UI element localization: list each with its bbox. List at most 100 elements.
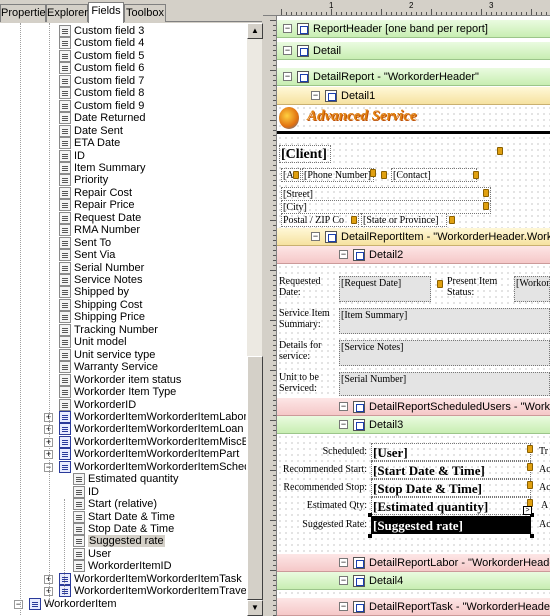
tree-item[interactable]: Service Notes xyxy=(0,274,246,286)
tree-item[interactable]: User xyxy=(0,547,246,560)
tree-table-node[interactable]: +WorkorderItemWorkorderItemMiscExpense xyxy=(0,435,246,448)
field-stop-date[interactable]: [Stop Date & Time] xyxy=(371,479,531,497)
field-phone[interactable]: [Phone Number] xyxy=(302,168,374,182)
tree-table-node[interactable]: + WorkorderItemWorkorderItemLoan xyxy=(0,423,246,436)
field-icon xyxy=(73,523,85,535)
tree-item[interactable]: Date Sent xyxy=(0,124,246,137)
field-start-date[interactable]: [Start Date & Time] xyxy=(371,461,531,479)
tab-explorer[interactable]: Explorer xyxy=(46,4,88,22)
field-request-date[interactable]: [Request Date] xyxy=(339,276,431,302)
tree-item[interactable]: Sent Via xyxy=(0,249,246,262)
field-workorder-status[interactable]: [Workorder xyxy=(514,276,550,302)
band-detail2[interactable]: − Detail2 xyxy=(277,246,550,264)
label-present-status: Present Item Status: xyxy=(447,276,498,298)
tree-item[interactable]: Custom field 4 xyxy=(0,37,246,50)
ruler-tick xyxy=(273,125,276,126)
tree-item[interactable]: Custom field 9 xyxy=(0,99,246,112)
scroll-up-icon[interactable]: ▲ xyxy=(247,23,263,39)
scroll-thumb[interactable] xyxy=(247,356,263,600)
tree-table-node[interactable]: + WorkorderItemWorkorderItemLabor xyxy=(0,410,246,423)
tree-item[interactable]: Custom field 6 xyxy=(0,62,246,75)
tree-item[interactable]: Start Date & Time xyxy=(0,510,246,523)
ruler-tick xyxy=(273,435,276,436)
tree-item[interactable]: WorkorderItemID xyxy=(0,560,246,573)
tree-item[interactable]: Custom field 8 xyxy=(0,87,246,100)
band-detail3[interactable]: − Detail3 xyxy=(277,416,550,434)
tree-item[interactable]: Custom field 7 xyxy=(0,74,246,87)
band-detail-report-scheduled[interactable]: − DetailReportScheduledUsers - "Workorde… xyxy=(277,398,550,416)
tree-item[interactable]: Estimated quantity xyxy=(0,473,246,486)
resize-handle[interactable] xyxy=(368,513,372,517)
tree-item[interactable]: Serial Number xyxy=(0,261,246,274)
field-estimated-quantity[interactable]: [Estimated quantity] xyxy=(371,497,531,515)
tree-item[interactable]: ID xyxy=(0,485,246,498)
tree-table-node[interactable]: + WorkorderItemWorkorderItemPart xyxy=(0,448,246,461)
tree-item[interactable]: WorkorderID xyxy=(0,398,246,411)
ruler-tick xyxy=(273,80,276,81)
collapse-icon[interactable]: − xyxy=(14,599,23,609)
field-icon xyxy=(59,124,71,137)
field-street[interactable]: [Street] xyxy=(281,187,491,201)
band-detail-report-task[interactable]: − DetailReportTask - "WorkorderHeader.Wo… xyxy=(277,598,550,616)
field-state[interactable]: [State or Province] xyxy=(361,213,447,227)
scroll-down-icon[interactable]: ▼ xyxy=(247,600,263,616)
resize-handle[interactable] xyxy=(368,534,372,538)
band-detail-report-item[interactable]: − DetailReportItem - "WorkorderHeader.Wo… xyxy=(277,228,550,246)
field-city[interactable]: [City] xyxy=(281,200,491,214)
band-detail4[interactable]: − Detail4 xyxy=(277,572,550,590)
tree-item[interactable]: Shipped by xyxy=(0,286,246,299)
field-serial-number[interactable]: [Serial Number] xyxy=(339,372,550,396)
tree-item[interactable]: Custom field 3 xyxy=(0,25,246,37)
tree-item[interactable]: Workorder item status xyxy=(0,373,246,386)
tree-item[interactable]: Workorder Item Type xyxy=(0,386,246,398)
tree-item[interactable]: Start (relative) xyxy=(0,498,246,511)
tree-item[interactable]: Custom field 5 xyxy=(0,49,246,62)
band-detail[interactable]: − Detail xyxy=(277,42,550,60)
tree-item[interactable]: Unit model xyxy=(0,336,246,349)
field-postal[interactable]: Postal / ZIP Co xyxy=(281,213,359,227)
band-report-header[interactable]: − ReportHeader [one band per report] xyxy=(277,20,550,38)
field-contact[interactable]: [Contact] xyxy=(391,168,477,182)
tree-table-node[interactable]: + WorkorderItemWorkorderItemTask xyxy=(0,572,246,585)
tree-item[interactable]: Shipping Price xyxy=(0,311,246,324)
tab-properties[interactable]: Properties xyxy=(0,4,51,22)
tree-item[interactable]: Repair Price xyxy=(0,199,246,212)
ruler-tick xyxy=(461,12,462,15)
band-detail-report-labor[interactable]: − DetailReportLabor - "WorkorderHeader.W… xyxy=(277,554,550,572)
band-detail-report[interactable]: − DetailReport - "WorkorderHeader" xyxy=(277,68,550,86)
tree-item[interactable]: Request Date xyxy=(0,211,246,224)
tree-item[interactable]: Suggested rate xyxy=(0,535,246,548)
tree-item[interactable]: RMA Number xyxy=(0,224,246,237)
tab-toolbox[interactable]: Toolbox xyxy=(124,4,166,22)
band-detail1[interactable]: − Detail1 xyxy=(277,87,550,105)
field-client[interactable]: [Client] xyxy=(279,145,331,163)
tab-fields[interactable]: Fields xyxy=(88,2,124,23)
field-suggested-rate[interactable]: [Suggested rate] xyxy=(371,516,531,534)
tree-scrollbar[interactable]: ▲ ▼ xyxy=(246,23,263,616)
tree-item[interactable]: Date Returned xyxy=(0,112,246,125)
tree-table-node[interactable]: + WorkorderItemWorkorderItemTravel xyxy=(0,585,246,598)
tree-item-label: User xyxy=(88,547,112,560)
ruler-tick xyxy=(516,12,517,15)
field-item-summary[interactable]: [Item Summary] xyxy=(339,308,550,334)
tree-table-node[interactable]: −WorkorderItemWorkorderItemScheduledUser xyxy=(0,460,246,473)
tree-item[interactable]: Sent To xyxy=(0,236,246,249)
field-service-notes[interactable]: [Service Notes] xyxy=(339,340,550,366)
field-user[interactable]: [User] xyxy=(371,443,531,461)
tree-item[interactable]: Repair Cost xyxy=(0,186,246,199)
resize-handle[interactable] xyxy=(530,534,534,538)
tree-root-node[interactable]: − WorkorderItem xyxy=(0,597,246,610)
ruler-tick xyxy=(296,12,297,15)
field-icon xyxy=(73,510,85,523)
ruler-tick xyxy=(273,505,276,506)
tree-item[interactable]: Shipping Cost xyxy=(0,298,246,311)
tree-item[interactable]: Unit service type xyxy=(0,348,246,361)
tree-item[interactable]: Priority xyxy=(0,174,246,187)
tree-item[interactable]: Warranty Service xyxy=(0,361,246,374)
tree-item[interactable]: Tracking Number xyxy=(0,323,246,336)
tree-item[interactable]: ID xyxy=(0,149,246,162)
tree-item[interactable]: Stop Date & Time xyxy=(0,523,246,535)
tree-item[interactable]: Item Summary xyxy=(0,162,246,174)
smart-tag-icon[interactable]: > xyxy=(523,506,532,515)
tree-item[interactable]: ETA Date xyxy=(0,137,246,150)
